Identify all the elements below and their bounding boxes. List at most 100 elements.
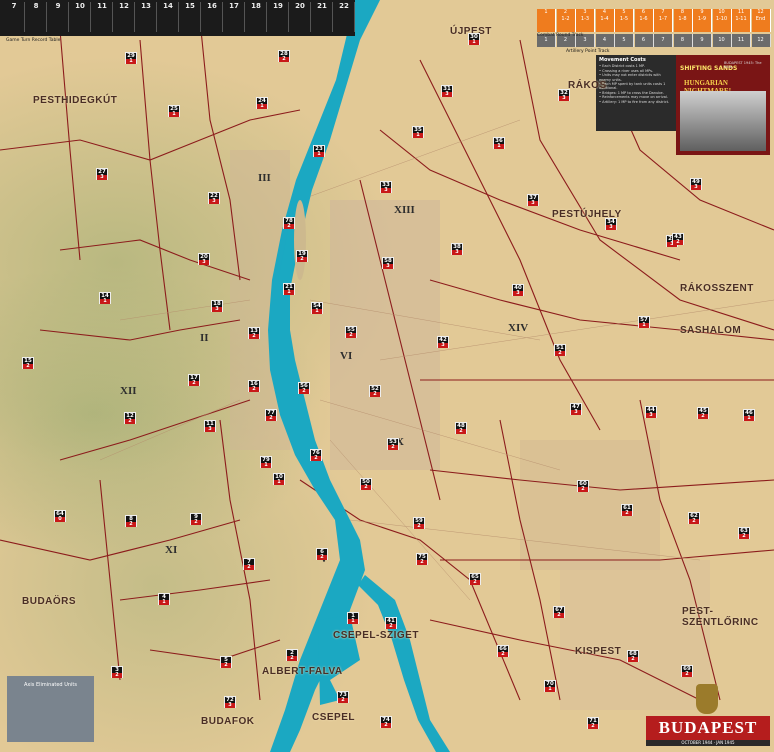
district-marker[interactable]: 34 3 [605, 218, 617, 230]
round-box[interactable]: 8 1-8 [673, 9, 693, 32]
district-marker[interactable]: 40 3 [512, 284, 524, 296]
artillery-box[interactable]: 12 [751, 34, 771, 47]
district-marker[interactable]: 51 2 [554, 344, 566, 356]
district-marker[interactable]: 20 3 [198, 253, 210, 265]
district-marker[interactable]: 42 3 [437, 336, 449, 348]
district-marker[interactable]: 54 1 [311, 302, 323, 314]
district-marker[interactable]: 17 2 [188, 374, 200, 386]
artillery-box[interactable]: 7 [654, 34, 673, 47]
district-marker[interactable]: 37 3 [527, 194, 539, 206]
district-marker[interactable]: 57 1 [638, 316, 650, 328]
artillery-box[interactable]: 9 [693, 34, 712, 47]
district-marker[interactable]: 73 2 [337, 691, 349, 703]
district-marker[interactable]: 22 3 [208, 192, 220, 204]
district-marker[interactable]: 24 1 [256, 97, 268, 109]
artillery-box[interactable]: 8 [673, 34, 693, 47]
district-marker[interactable]: 58 3 [382, 257, 394, 269]
district-marker[interactable]: 66 2 [497, 645, 509, 657]
district-marker[interactable]: 60 2 [577, 480, 589, 492]
district-marker[interactable]: 63 2 [738, 527, 750, 539]
district-marker[interactable]: 92 [190, 513, 202, 525]
district-marker[interactable]: 46 1 [743, 409, 755, 421]
turn-cell: 16 [202, 2, 223, 32]
round-box[interactable]: 7 1-7 [654, 9, 673, 32]
district-marker[interactable]: 11 3 [204, 420, 216, 432]
artillery-box[interactable]: 4 [595, 34, 615, 47]
district-marker[interactable]: 77 2 [265, 409, 277, 421]
district-marker[interactable]: 19 2 [296, 250, 308, 262]
artillery-box[interactable]: 10 [712, 34, 732, 47]
district-marker[interactable]: 49 3 [690, 178, 702, 190]
district-marker[interactable]: 25 1 [168, 105, 180, 117]
district-marker[interactable]: 74 2 [380, 716, 392, 728]
district-marker[interactable]: 14 1 [99, 292, 111, 304]
district-marker[interactable]: 62 2 [688, 512, 700, 524]
district-marker[interactable]: 48 2 [455, 422, 467, 434]
artillery-box[interactable]: 6 [634, 34, 654, 47]
district-marker[interactable]: 38 3 [451, 243, 463, 255]
district-marker[interactable]: 64 0 [54, 510, 66, 522]
round-box[interactable]: 10 1-10 [712, 9, 732, 32]
district-marker[interactable]: 67 2 [553, 606, 565, 618]
district-marker[interactable]: 30 1 [468, 33, 480, 45]
district-marker[interactable]: 55 2 [345, 326, 357, 338]
district-marker[interactable]: 72 [243, 558, 255, 570]
district-marker[interactable]: 61 2 [621, 504, 633, 516]
district-marker[interactable]: 70 1 [544, 680, 556, 692]
axis-eliminated-units-box[interactable]: Axis Eliminated Units [7, 676, 94, 742]
district-marker[interactable]: 12 2 [124, 412, 136, 424]
district-marker[interactable]: 52 2 [369, 385, 381, 397]
district-marker[interactable]: 82 [125, 515, 137, 527]
artillery-box[interactable]: 5 [615, 34, 634, 47]
district-marker[interactable]: 65 2 [469, 573, 481, 585]
round-box[interactable]: 3 1-3 [576, 9, 595, 32]
district-marker[interactable]: 33 3 [380, 181, 392, 193]
district-marker[interactable]: 75 2 [416, 553, 428, 565]
round-box[interactable]: 11 1-11 [732, 9, 751, 32]
district-marker[interactable]: 28 2 [278, 50, 290, 62]
district-marker[interactable]: 16 2 [248, 380, 260, 392]
district-marker[interactable]: 29 1 [125, 52, 137, 64]
district-marker[interactable]: 35 1 [412, 126, 424, 138]
artillery-box[interactable]: 11 [732, 34, 751, 47]
district-marker[interactable]: 41 [158, 593, 170, 605]
district-marker[interactable]: 79 1 [260, 456, 272, 468]
district-marker[interactable]: 36 1 [493, 137, 505, 149]
district-marker[interactable]: 50 2 [360, 478, 372, 490]
district-marker[interactable]: 52 [220, 656, 232, 668]
round-box[interactable]: 5 1-5 [615, 9, 634, 32]
round-box[interactable]: 2 1-2 [556, 9, 576, 32]
district-marker[interactable]: 62 [316, 548, 328, 560]
district-marker[interactable]: 31 3 [441, 85, 453, 97]
district-marker[interactable]: 59 2 [413, 517, 425, 529]
district-marker[interactable]: 41 2 [385, 617, 397, 629]
district-marker[interactable]: 71 2 [587, 717, 599, 729]
district-marker[interactable]: 45 2 [697, 407, 709, 419]
district-marker[interactable]: 23 1 [313, 145, 325, 157]
round-box[interactable]: 9 1-9 [693, 9, 712, 32]
district-marker[interactable]: 10 1 [273, 473, 285, 485]
district-marker[interactable]: 22 [286, 649, 298, 661]
district-marker[interactable]: 68 2 [627, 650, 639, 662]
district-marker[interactable]: 78 2 [283, 217, 295, 229]
round-box[interactable]: 1 [537, 9, 556, 32]
district-marker[interactable]: 72 3 [224, 696, 236, 708]
district-marker[interactable]: 11 [347, 612, 359, 624]
district-marker[interactable]: 56 2 [298, 382, 310, 394]
district-marker[interactable]: 53 2 [387, 438, 399, 450]
district-marker[interactable]: 76 2 [310, 449, 322, 461]
district-marker[interactable]: 27 3 [96, 168, 108, 180]
district-marker[interactable]: 44 3 [645, 406, 657, 418]
round-box[interactable]: 12 End [751, 9, 771, 32]
round-box[interactable]: 4 1-4 [595, 9, 615, 32]
district-marker[interactable]: 69 2 [681, 665, 693, 677]
district-marker[interactable]: 13 2 [248, 327, 260, 339]
district-marker[interactable]: 32 [111, 666, 123, 678]
round-box[interactable]: 6 1-6 [634, 9, 654, 32]
district-marker[interactable]: 21 1 [283, 283, 295, 295]
district-marker[interactable]: 15 2 [22, 357, 34, 369]
district-marker[interactable]: 18 3 [211, 300, 223, 312]
district-marker[interactable]: 43 2 [672, 233, 684, 245]
district-marker[interactable]: 32 3 [558, 89, 570, 101]
district-marker[interactable]: 47 3 [570, 403, 582, 415]
